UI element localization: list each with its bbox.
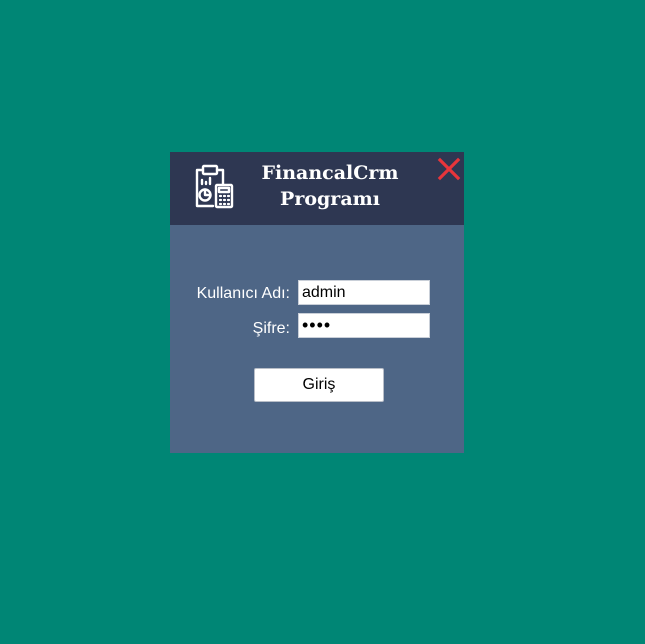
password-field[interactable] bbox=[298, 313, 430, 338]
close-icon[interactable] bbox=[436, 156, 462, 182]
username-label: Kullanıcı Adı: bbox=[196, 285, 290, 302]
username-field[interactable] bbox=[298, 280, 430, 305]
title-bar: FinancalCrm Programı bbox=[170, 152, 464, 225]
clipboard-calculator-icon bbox=[195, 164, 234, 209]
login-button[interactable]: Giriş bbox=[254, 368, 384, 402]
password-label: Şifre: bbox=[252, 320, 290, 337]
app-title: FinancalCrm Programı bbox=[261, 162, 399, 210]
login-window: FinancalCrm Programı Kullanıcı Adı: Şifr… bbox=[170, 152, 464, 453]
